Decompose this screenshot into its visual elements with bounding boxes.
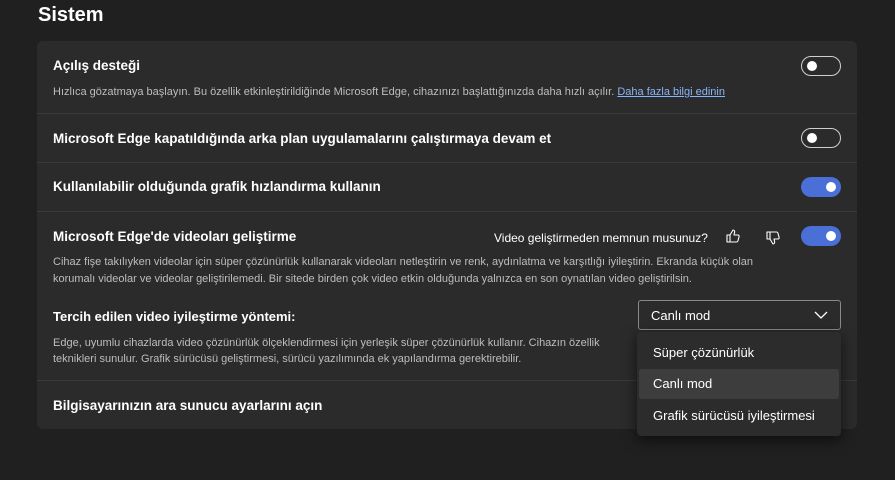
toggle-knob [826, 231, 836, 241]
preferred-method-desc-line1: Edge, uyumlu cihazlarda video çözünürlük… [53, 337, 600, 349]
startup-boost-title: Açılış desteği [53, 58, 141, 73]
video-enhance-title: Microsoft Edge'de videoları geliştirme [53, 229, 297, 244]
background-apps-title: Microsoft Edge kapatıldığında arka plan … [53, 131, 552, 146]
video-enhance-toggle[interactable] [801, 226, 841, 246]
preferred-method-title: Tercih edilen video iyileştirme yöntemi: [53, 309, 296, 324]
preferred-method-desc-line2: teknikleri sunulur. Grafik sürücüsü geli… [53, 353, 522, 365]
background-apps-toggle[interactable] [801, 128, 841, 148]
learn-more-link[interactable]: Daha fazla bilgi edinin [617, 86, 725, 98]
option-label: Grafik sürücüsü iyileştirmesi [653, 408, 815, 423]
proxy-settings-title[interactable]: Bilgisayarınızın ara sunucu ayarlarını a… [53, 398, 322, 413]
option-label: Canlı mod [653, 376, 713, 391]
startup-boost-toggle[interactable] [801, 56, 841, 76]
hardware-accel-title: Kullanılabilir olduğunda grafik hızlandı… [53, 179, 381, 194]
hardware-accel-toggle[interactable] [801, 177, 841, 197]
toggle-knob [826, 182, 836, 192]
video-enhance-desc-line2: korumalı videolar ve videolar geliştiril… [53, 273, 692, 285]
page-title: Sistem [38, 4, 104, 26]
preferred-method-select[interactable]: Canlı mod [638, 300, 841, 330]
divider [37, 113, 857, 114]
toggle-knob [807, 61, 817, 71]
startup-boost-description: Hızlıca gözatmaya başlayın. Bu özellik e… [53, 84, 725, 101]
thumbs-up-icon[interactable] [725, 228, 741, 244]
select-value: Canlı mod [651, 308, 711, 323]
toggle-knob [807, 133, 817, 143]
method-dropdown-menu: Süper çözünürlük Canlı mod Grafik sürücü… [637, 332, 841, 436]
chevron-down-icon [814, 311, 828, 319]
option-label: Süper çözünürlük [653, 345, 755, 360]
startup-boost-desc-text: Hızlıca gözatmaya başlayın. Bu özellik e… [53, 86, 615, 98]
thumbs-down-icon[interactable] [765, 230, 781, 246]
feedback-question: Video geliştirmeden memnun musunuz? [494, 231, 708, 245]
video-enhance-desc-line1: Cihaz fişe takılıyken videolar için süpe… [53, 256, 754, 268]
dropdown-option-graphics-driver[interactable]: Grafik sürücüsü iyileştirmesi [639, 401, 839, 431]
dropdown-option-vivid-mode[interactable]: Canlı mod [639, 369, 839, 399]
dropdown-option-super-resolution[interactable]: Süper çözünürlük [639, 338, 839, 368]
divider [37, 211, 857, 212]
divider [37, 162, 857, 163]
